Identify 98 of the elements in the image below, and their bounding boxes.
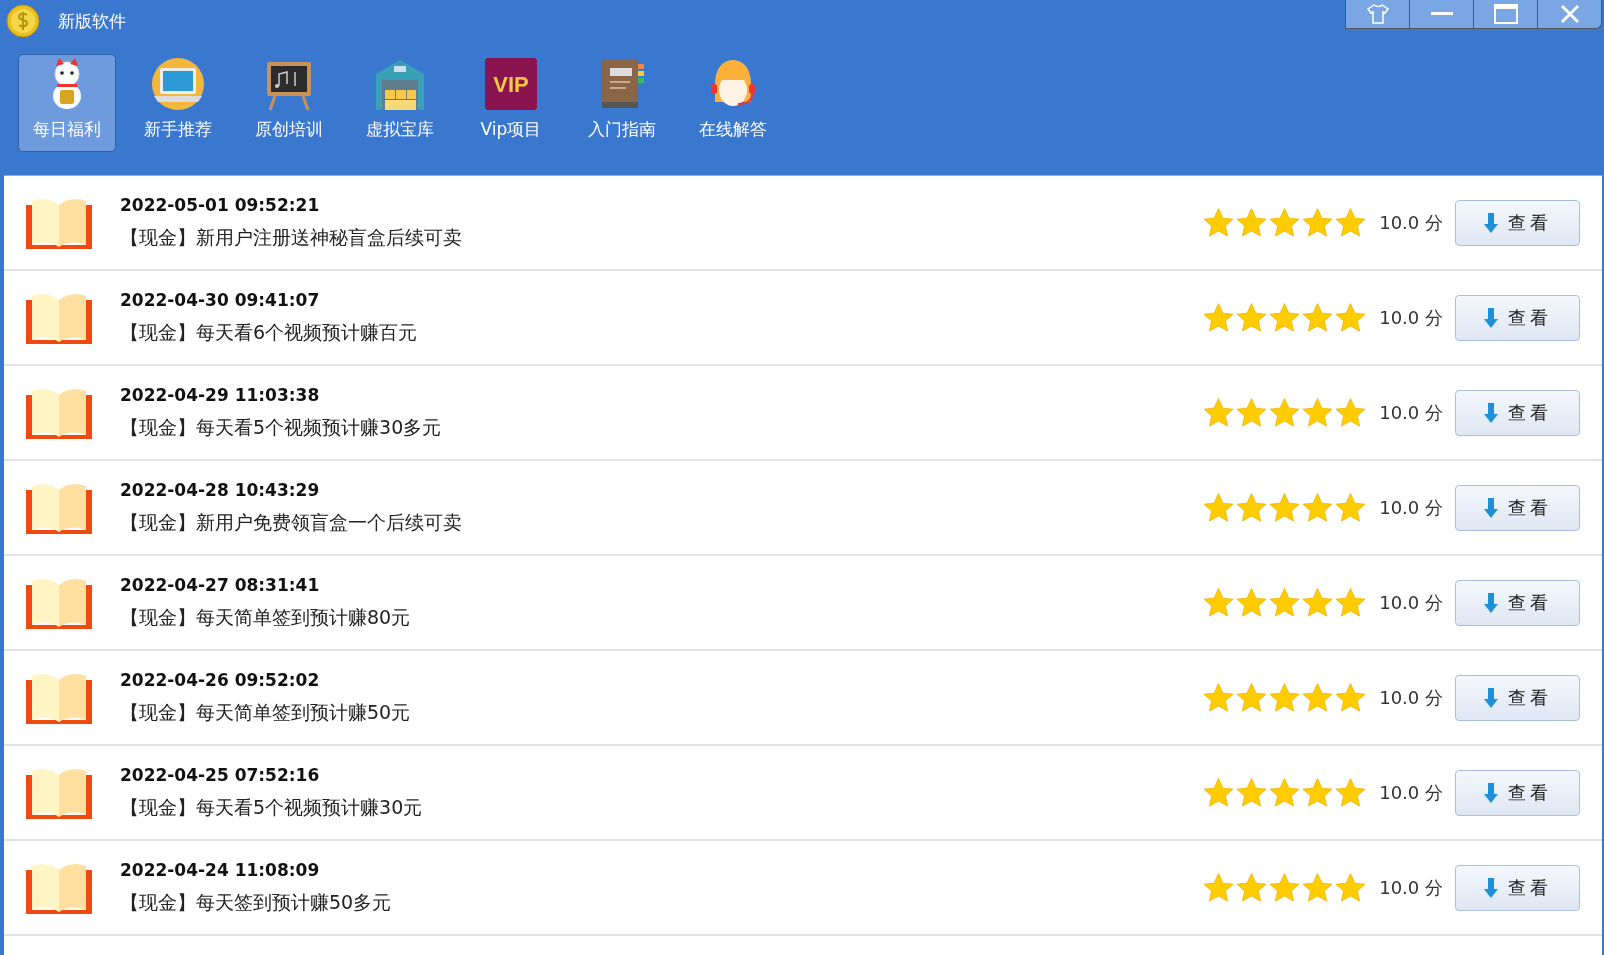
post-title: 【现金】每天签到预计赚50多元: [120, 889, 392, 915]
post-title: 【现金】新用户免费领盲盒一个后续可卖: [120, 509, 462, 535]
rating-score: 10.0 分: [1379, 400, 1443, 425]
star-icon: [1268, 586, 1302, 619]
down-arrow-icon: [1483, 687, 1498, 708]
down-arrow-icon: [1483, 497, 1498, 518]
view-button[interactable]: 查看: [1455, 579, 1580, 626]
post-time: 2022-04-28 10:43:29: [120, 479, 320, 500]
star-icon: [1334, 396, 1368, 429]
close-button[interactable]: [1537, 0, 1602, 29]
star-icon: [1301, 681, 1335, 714]
star-icon: [1268, 491, 1302, 524]
post-title: 【现金】每天简单签到预计赚50元: [120, 699, 411, 725]
vip-icon: VIP: [483, 56, 539, 112]
star-icon: [1235, 206, 1269, 239]
star-icon: [1202, 301, 1236, 334]
view-button[interactable]: 查看: [1455, 769, 1580, 816]
star-icon: [1202, 871, 1236, 904]
star-icon: [1235, 491, 1269, 524]
post-title: 【现金】每天看5个视频预计赚30元: [120, 794, 423, 820]
star-icon: [1301, 301, 1335, 334]
post-time: 2022-04-24 11:08:09: [120, 859, 320, 880]
rating-score: 10.0 分: [1379, 780, 1443, 805]
star-icon: [1235, 871, 1269, 904]
down-arrow-icon: [1483, 782, 1498, 803]
view-button[interactable]: 查看: [1455, 199, 1580, 246]
post-title: 【现金】每天看5个视频预计赚30多元: [120, 414, 442, 440]
star-icon: [1202, 206, 1236, 239]
nav-tab[interactable]: 原创培训: [240, 54, 338, 152]
down-arrow-icon: [1483, 592, 1498, 613]
coin-logo-icon: [6, 4, 40, 38]
star-icon: [1301, 871, 1335, 904]
minimize-button[interactable]: [1409, 0, 1474, 29]
rating-score: 10.0 分: [1379, 875, 1443, 900]
star-icon: [1235, 301, 1269, 334]
nav-tab[interactable]: 入门指南: [573, 54, 671, 152]
view-button[interactable]: 查看: [1455, 864, 1580, 911]
star-icon: [1202, 491, 1236, 524]
skin-button[interactable]: [1345, 0, 1410, 29]
star-icon: [1334, 776, 1368, 809]
view-button[interactable]: 查看: [1455, 674, 1580, 721]
maximize-icon: [1493, 4, 1518, 24]
rating-score: 10.0 分: [1379, 590, 1443, 615]
star-icon: [1235, 681, 1269, 714]
close-icon: [1559, 4, 1580, 24]
post-time: 2022-04-26 09:52:02: [120, 669, 320, 690]
rating-score: 10.0 分: [1379, 495, 1443, 520]
down-arrow-icon: [1483, 402, 1498, 423]
star-icon: [1268, 206, 1302, 239]
shirt-icon: [1366, 4, 1389, 24]
post-time: 2022-04-29 11:03:38: [120, 384, 320, 405]
minimize-icon: [1430, 12, 1453, 16]
star-icon: [1268, 776, 1302, 809]
star-icon: [1268, 681, 1302, 714]
rating-score: 10.0 分: [1379, 685, 1443, 710]
star-icon: [1202, 586, 1236, 619]
star-icon: [1235, 776, 1269, 809]
nav-tab[interactable]: 虚拟宝库: [351, 54, 449, 152]
rating-score: 10.0 分: [1379, 210, 1443, 235]
view-button[interactable]: 查看: [1455, 484, 1580, 531]
star-icon: [1235, 586, 1269, 619]
down-arrow-icon: [1483, 212, 1498, 233]
maximize-button[interactable]: [1473, 0, 1538, 29]
star-icon: [1202, 396, 1236, 429]
post-time: 2022-04-25 07:52:16: [120, 764, 320, 785]
post-title: 【现金】新用户注册送神秘盲盒后续可卖: [120, 224, 462, 250]
star-icon: [1334, 681, 1368, 714]
star-icon: [1334, 491, 1368, 524]
nav-tab[interactable]: 在线解答: [684, 54, 782, 152]
star-icon: [1301, 396, 1335, 429]
star-icon: [1334, 301, 1368, 334]
star-icon: [1334, 206, 1368, 239]
star-icon: [1235, 396, 1269, 429]
star-icon: [1301, 491, 1335, 524]
post-title: 【现金】每天看6个视频预计赚百元: [120, 319, 418, 345]
star-icon: [1202, 776, 1236, 809]
rating-score: 10.0 分: [1379, 305, 1443, 330]
star-icon: [1268, 301, 1302, 334]
view-button[interactable]: 查看: [1455, 389, 1580, 436]
laptop-icon: [150, 56, 206, 112]
star-icon: [1268, 396, 1302, 429]
post-time: 2022-04-30 09:41:07: [120, 289, 320, 310]
post-time: 2022-04-27 08:31:41: [120, 574, 320, 595]
star-icon: [1268, 871, 1302, 904]
post-title: 【现金】每天简单签到预计赚80元: [120, 604, 411, 630]
star-icon: [1301, 776, 1335, 809]
star-icon: [1334, 586, 1368, 619]
window-title: 新版软件: [58, 9, 126, 33]
down-arrow-icon: [1483, 307, 1498, 328]
nav-tab[interactable]: 新手推荐: [129, 54, 227, 152]
post-time: 2022-05-01 09:52:21: [120, 194, 320, 215]
star-icon: [1202, 681, 1236, 714]
star-icon: [1301, 206, 1335, 239]
nav-tab[interactable]: VIP Vip项目: [462, 54, 560, 152]
down-arrow-icon: [1483, 877, 1498, 898]
view-button[interactable]: 查看: [1455, 294, 1580, 341]
star-icon: [1301, 586, 1335, 619]
star-icon: [1334, 871, 1368, 904]
